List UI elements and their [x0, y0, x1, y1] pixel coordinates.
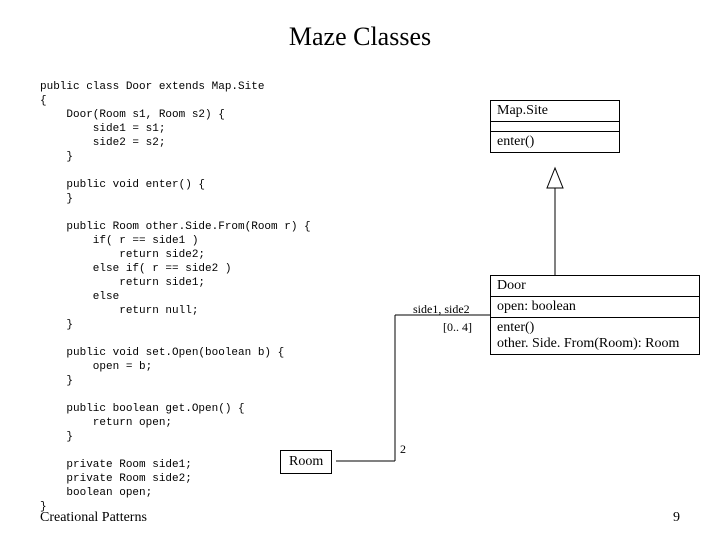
assoc-multiplicity-door: [0.. 4]	[443, 320, 472, 335]
uml-op: enter()	[497, 320, 693, 336]
uml-attr: open: boolean	[491, 296, 699, 317]
uml-class-room: Room	[280, 450, 332, 474]
uml-class-name: Map.Site	[491, 101, 619, 121]
java-source-code: public class Door extends Map.Site { Doo…	[40, 80, 311, 514]
assoc-role-label: side1, side2	[413, 302, 470, 317]
uml-op: enter()	[491, 131, 619, 152]
uml-op: other. Side. From(Room): Room	[497, 336, 693, 352]
uml-ops-section: enter() other. Side. From(Room): Room	[491, 317, 699, 354]
footer-topic: Creational Patterns	[40, 510, 147, 526]
assoc-multiplicity-room: 2	[400, 442, 406, 457]
uml-class-door: Door open: boolean enter() other. Side. …	[490, 275, 700, 355]
uml-attr-section	[491, 121, 619, 131]
page-number: 9	[673, 510, 680, 526]
page-title: Maze Classes	[0, 22, 720, 52]
uml-class-name: Door	[491, 276, 699, 296]
uml-class-mapsite: Map.Site enter()	[490, 100, 620, 153]
